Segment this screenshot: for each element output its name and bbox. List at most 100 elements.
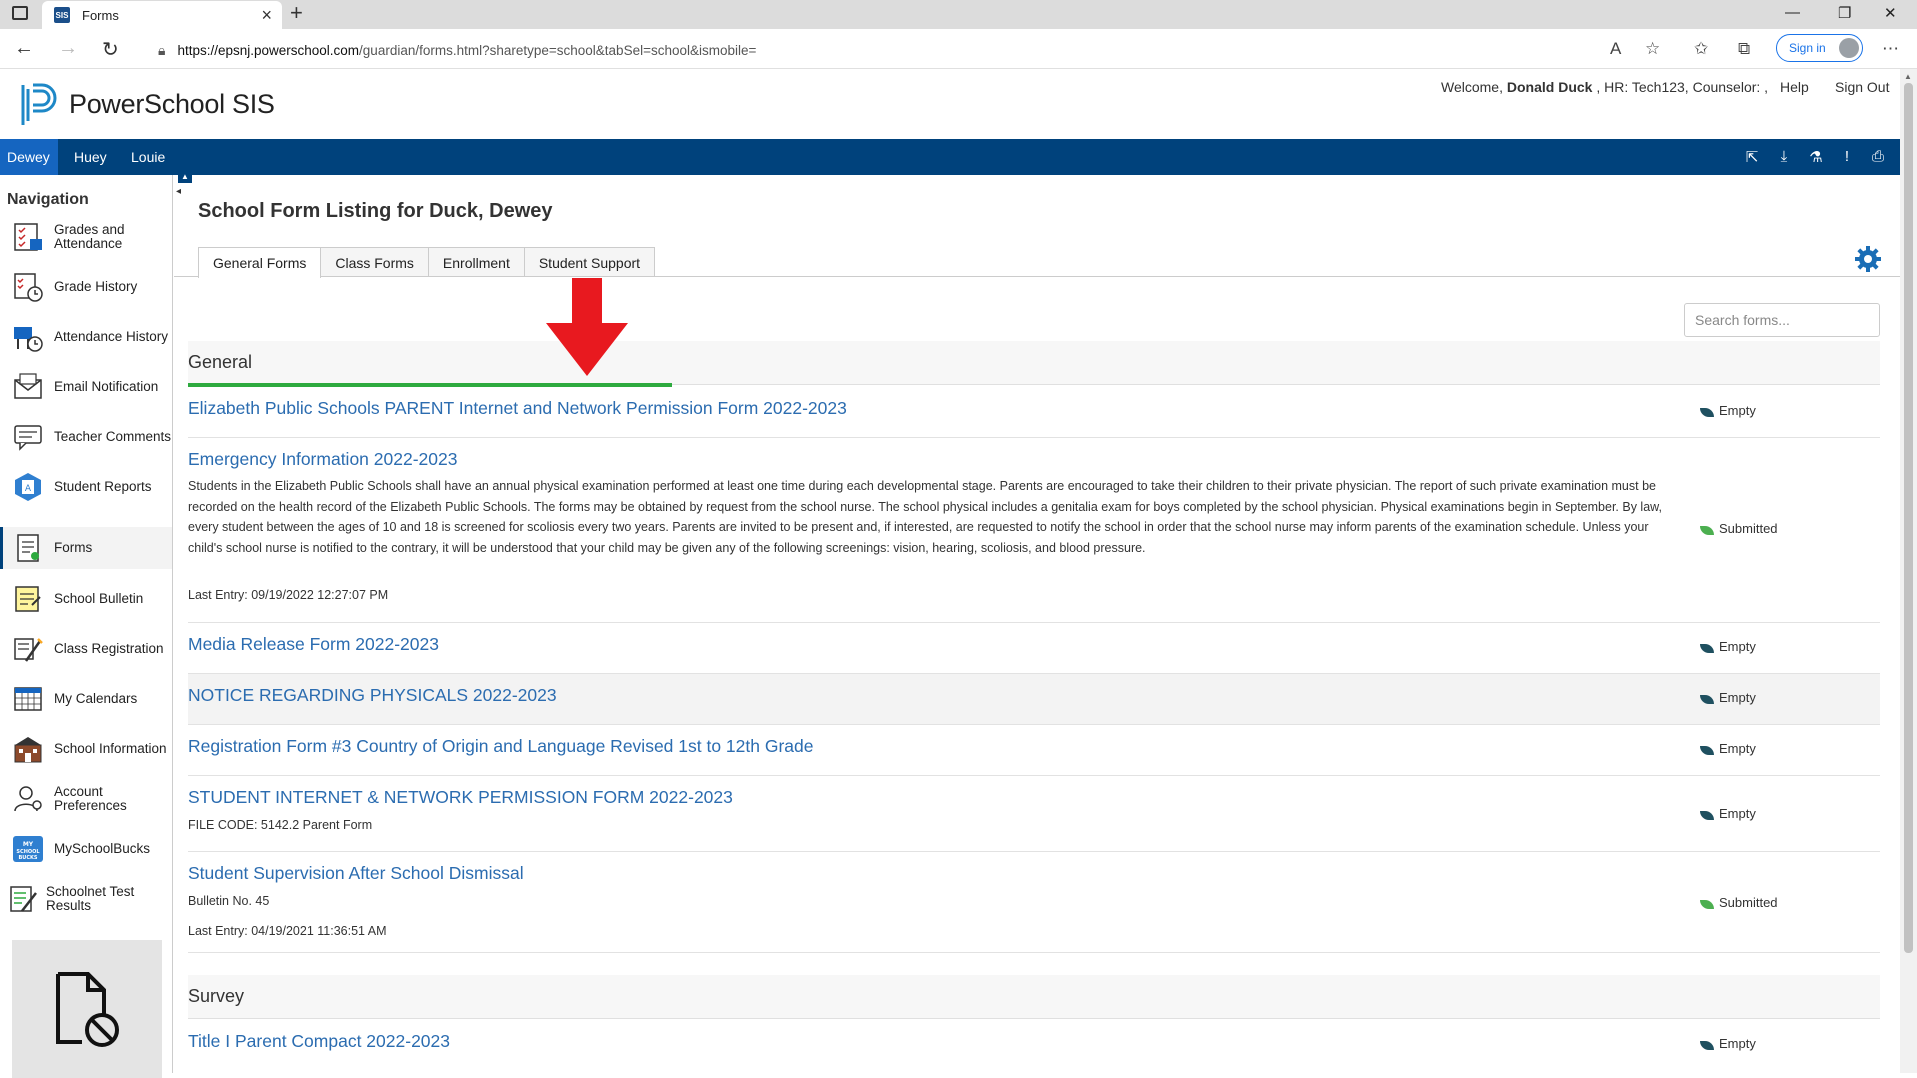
form-title-link[interactable]: NOTICE REGARDING PHYSICALS 2022-2023	[188, 685, 557, 706]
email-icon	[14, 373, 42, 399]
restore-icon[interactable]: ❐	[1838, 4, 1851, 22]
nav-item-my-calendars[interactable]: My Calendars	[0, 675, 172, 723]
scrollbar-thumb[interactable]	[1904, 83, 1913, 953]
favorites-icon[interactable]: ✩	[1694, 39, 1708, 59]
tab-student-support[interactable]: Student Support	[523, 247, 656, 277]
student-tab-louie[interactable]: Louie	[123, 139, 173, 175]
myschoolbucks-icon: MYSCHOOLBUCKS	[13, 836, 43, 862]
url-domain: https://epsnj.powerschool.com	[177, 42, 360, 58]
user-name: Donald Duck	[1506, 79, 1593, 95]
alert-icon[interactable]: !	[1838, 148, 1856, 166]
section-general: General	[188, 341, 1880, 385]
nav-item-student-reports[interactable]: A Student Reports	[0, 463, 172, 511]
form-title-link[interactable]: Title I Parent Compact 2022-2023	[188, 1031, 450, 1052]
form-title-link[interactable]: Media Release Form 2022-2023	[188, 634, 439, 655]
form-title-link[interactable]: Registration Form #3 Country of Origin a…	[188, 736, 814, 757]
tab-enrollment[interactable]: Enrollment	[427, 247, 525, 277]
form-title-link[interactable]: Emergency Information 2022-2023	[188, 449, 457, 470]
help-link[interactable]: Help	[1780, 79, 1809, 95]
nav-item-schoolnet-test-results[interactable]: Schoolnet Test Results	[0, 875, 172, 923]
form-title-link[interactable]: Elizabeth Public Schools PARENT Internet…	[188, 398, 847, 419]
nav-item-forms[interactable]: Forms	[0, 527, 172, 569]
form-title-link[interactable]: Student Supervision After School Dismiss…	[188, 863, 524, 884]
nav-item-email-notification[interactable]: Email Notification	[0, 363, 172, 411]
form-last-entry: Last Entry: 04/19/2021 11:36:51 AM	[188, 924, 387, 938]
form-status: Empty	[1700, 639, 1756, 654]
add-favorite-icon[interactable]: ☆	[1645, 39, 1660, 59]
form-row: Registration Form #3 Country of Origin a…	[188, 725, 1880, 776]
reload-icon[interactable]: ↻	[102, 37, 119, 62]
profile-avatar	[1839, 38, 1859, 58]
nav-item-school-information[interactable]: School Information	[0, 725, 172, 773]
tab-title: Forms	[82, 7, 119, 23]
address-bar[interactable]: 🔒︎ https://epsnj.powerschool.com/guardia…	[158, 36, 1588, 64]
browser-toolbar: ← → ↻ 🔒︎ https://epsnj.powerschool.com/g…	[0, 29, 1917, 69]
nav-item-label: School Bulletin	[54, 591, 144, 606]
external-link-icon[interactable]: ⇱	[1743, 148, 1761, 166]
new-tab-icon[interactable]: +	[290, 0, 303, 26]
nav-item-class-registration[interactable]: Class Registration	[0, 625, 172, 673]
download-icon[interactable]: ⤓	[1775, 148, 1793, 166]
student-tab-huey[interactable]: Huey	[66, 139, 115, 175]
more-icon[interactable]: ⋯	[1882, 39, 1899, 59]
scroll-up-icon[interactable]: ▲	[1904, 72, 1912, 81]
close-tab-icon[interactable]: ×	[261, 5, 272, 26]
section-title: Survey	[188, 986, 245, 1006]
close-window-icon[interactable]: ✕	[1884, 4, 1897, 22]
gear-icon[interactable]	[1854, 245, 1882, 273]
form-title-link[interactable]: STUDENT INTERNET & NETWORK PERMISSION FO…	[188, 787, 733, 808]
nav-item-label: Attendance History	[54, 329, 169, 344]
form-tabs: General Forms Class Forms Enrollment Stu…	[198, 247, 656, 278]
tab-general-forms[interactable]: General Forms	[198, 247, 322, 278]
nav-item-label: Grades and Attendance	[54, 222, 125, 251]
browser-tab[interactable]: SIS Forms ×	[42, 1, 282, 29]
registration-icon	[14, 638, 43, 662]
read-aloud-icon[interactable]: A	[1610, 39, 1621, 59]
status-leaf-icon	[1700, 644, 1714, 653]
form-row: Title I Parent Compact 2022-2023 Empty	[188, 1022, 1880, 1073]
nav-item-account-preferences[interactable]: Account Preferences	[0, 775, 172, 823]
status-leaf-icon	[1700, 811, 1714, 820]
flask-icon[interactable]: ⚗	[1807, 148, 1825, 166]
nav-item-attendance-history[interactable]: Attendance History	[0, 313, 172, 361]
svg-text:A: A	[25, 484, 32, 494]
signout-link[interactable]: Sign Out	[1835, 79, 1889, 95]
page-scrollbar[interactable]: ▲	[1900, 69, 1917, 1073]
nav-item-grade-history[interactable]: Grade History	[0, 263, 172, 311]
minimize-icon[interactable]: —	[1785, 4, 1800, 21]
nav-item-label: Student Reports	[54, 479, 152, 494]
nav-item-school-bulletin[interactable]: School Bulletin	[0, 575, 172, 623]
nav-item-label: Schoolnet Test Results	[46, 884, 135, 913]
status-leaf-icon	[1700, 1041, 1714, 1050]
signin-button[interactable]: Sign in	[1776, 34, 1863, 62]
app-header: PowerSchool SIS Welcome, Donald Duck , H…	[0, 69, 1900, 139]
school-icon	[14, 737, 42, 763]
form-status: Empty	[1700, 403, 1756, 418]
bulletin-icon	[15, 586, 41, 612]
search-forms-input[interactable]	[1684, 303, 1880, 337]
nav-item-label: Account Preferences	[54, 784, 127, 813]
print-icon[interactable]: ⎙	[1869, 148, 1887, 166]
tab-divider	[174, 276, 1900, 277]
forward-icon[interactable]: →	[58, 37, 78, 60]
tab-class-forms[interactable]: Class Forms	[320, 247, 429, 277]
forms-icon	[17, 534, 39, 562]
navigation-sidebar: Navigation Grades and Attendance Grade H…	[0, 175, 173, 1078]
tab-favicon: SIS	[54, 7, 70, 23]
student-tab-dewey[interactable]: Dewey	[0, 139, 58, 175]
nav-item-grades-and-attendance[interactable]: Grades and Attendance	[0, 213, 172, 261]
red-arrow-annotation	[546, 278, 628, 376]
nav-item-teacher-comments[interactable]: Teacher Comments	[0, 413, 172, 461]
form-row: Elizabeth Public Schools PARENT Internet…	[188, 387, 1880, 438]
nav-item-label: Grade History	[54, 279, 138, 294]
form-subtitle: Bulletin No. 45	[188, 894, 270, 908]
form-description: Students in the Elizabeth Public Schools…	[188, 479, 1662, 555]
window-menu-icon[interactable]	[12, 6, 28, 20]
nav-item-myschoolbucks[interactable]: MY SCHOOL BUCKS MySchoolBucks	[0, 825, 172, 873]
back-icon[interactable]: ←	[14, 37, 34, 60]
browser-tabstrip: SIS Forms × + — ❐ ✕	[0, 0, 1917, 29]
status-leaf-icon	[1700, 695, 1714, 704]
collections-icon[interactable]: ⧉	[1738, 39, 1750, 59]
student-bar: Dewey Huey Louie ⇱ ⤓ ⚗ ! ⎙	[0, 139, 1900, 175]
svg-text:BUCKS: BUCKS	[18, 855, 37, 861]
